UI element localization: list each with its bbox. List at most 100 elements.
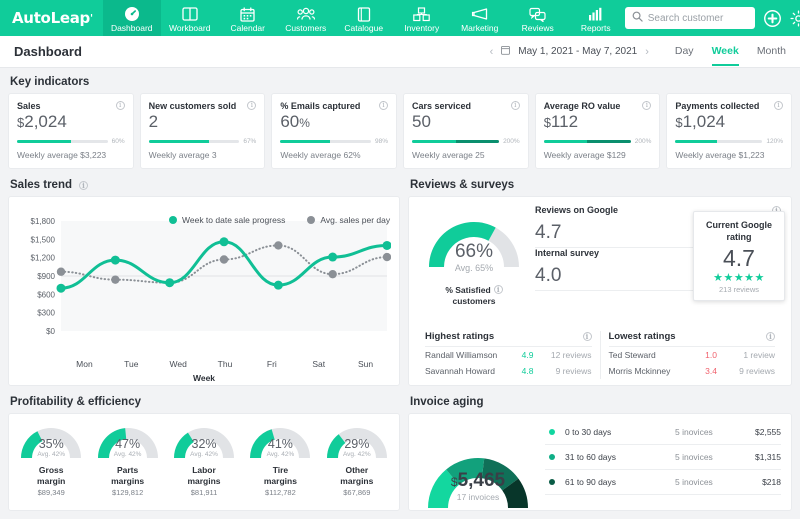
nav-item-calendar[interactable]: Calendar — [219, 0, 277, 36]
nav-item-reports[interactable]: Reports — [567, 0, 625, 36]
currency-symbol: $ — [450, 475, 458, 489]
add-icon[interactable] — [763, 9, 781, 27]
brand-logo[interactable]: AutoLeap ' — [0, 0, 103, 36]
section-label: Invoice aging — [410, 396, 484, 408]
x-tick-label: Sun — [358, 359, 374, 369]
aging-amount: $218 — [762, 477, 781, 487]
profitability-gauge: 41% Avg. 42% Tire margins $112,782 — [242, 420, 318, 510]
aging-bucket-label: 0 to 30 days — [565, 427, 612, 437]
range-option-month[interactable]: Month — [757, 45, 786, 66]
legend-dot — [549, 429, 555, 435]
key-indicator-cards: Sales i $2,024 60% Weekly average $3,223 New … — [8, 93, 793, 169]
nav-item-dashboard[interactable]: Dashboard — [102, 0, 161, 36]
legend-dot — [307, 216, 316, 224]
rating-person-name: Savannah Howard — [425, 366, 495, 376]
profitability-gauge: 47% Avg. 42% Parts margins $129,812 — [89, 420, 165, 510]
kpi-progress-bar — [675, 140, 763, 143]
prev-period-button[interactable]: ‹ — [490, 46, 494, 58]
kpi-value: $2,024 — [17, 112, 67, 131]
nav-item-label: Customers — [285, 22, 327, 33]
range-option-week[interactable]: Week — [711, 45, 739, 66]
x-tick-label: Wed — [169, 359, 187, 369]
legend-dot — [549, 479, 555, 485]
svg-text:$900: $900 — [37, 272, 55, 281]
nav-item-workboard[interactable]: Workboard — [161, 0, 219, 36]
invoice-aging-row: 31 to 60 days 5 inovices $1,315 — [545, 445, 781, 470]
kpi-card: % Emails captured i 60% 98% Weekly average 6… — [271, 93, 398, 169]
gauge-label: Labor margins — [187, 465, 221, 486]
kpi-card: Payments collected i $1,024 120% Weekly aver… — [666, 93, 793, 169]
nav-item-catalogue[interactable]: Catalogue — [335, 0, 393, 36]
rating-row: Morris Mckinney 3.4 9 reviews — [609, 363, 776, 379]
aging-invoice-count: 5 inovices — [675, 452, 713, 462]
brand-mark: ' — [89, 12, 93, 24]
kpi-progress-bar — [412, 140, 500, 143]
info-icon[interactable]: i — [247, 101, 257, 110]
info-icon[interactable]: i — [510, 101, 520, 110]
kpi-value: 2 — [148, 112, 159, 131]
gauge-label: Tire margins — [263, 465, 297, 486]
aging-bucket-label: 61 to 90 days — [565, 477, 617, 487]
date-range-label[interactable]: May 1, 2021 - May 7, 2021 — [518, 46, 637, 57]
x-tick-label: Tue — [124, 359, 139, 369]
nav-item-label: Reports — [580, 22, 611, 33]
info-icon[interactable]: i — [766, 332, 775, 341]
tooltip-score: 4.7 — [723, 245, 755, 271]
search-input[interactable] — [647, 12, 748, 24]
invoice-donut-center: $5,465 17 invoices — [423, 470, 533, 502]
calendar-icon — [240, 6, 255, 23]
info-icon[interactable]: i — [493, 285, 503, 294]
info-icon[interactable]: i — [79, 180, 88, 190]
kpi-percent: 120% — [766, 138, 784, 145]
nav-item-inventory[interactable]: Inventory — [393, 0, 451, 36]
invoice-aging-donut: $5,465 17 invoices — [423, 420, 533, 510]
megaphone-icon — [471, 6, 488, 23]
header-actions: 99 99+ ? JS John Admin — [624, 0, 800, 36]
nav-item-reviews[interactable]: Reviews — [509, 0, 567, 36]
kpi-value: 50 — [412, 112, 431, 131]
nav-item-marketing[interactable]: Marketing — [451, 0, 509, 36]
kpi-card: Sales i $2,024 60% Weekly average $3,223 — [8, 93, 134, 169]
profitability-gauge: 29% Avg. 42% Other margins $67,869 — [319, 420, 395, 510]
review-source-name: Internal survey — [535, 248, 600, 258]
kpi-card: New customers sold i 2 67% Weekly average 3 — [139, 93, 266, 169]
gauge-label: Other margins — [340, 465, 374, 486]
satisfaction-label: % Satisfied i customers — [445, 285, 503, 307]
kpi-value: $1,024 — [675, 112, 726, 131]
kpi-card: Average RO value i $112 200% Weekly average … — [534, 93, 661, 169]
kpi-title: Cars serviced — [412, 101, 472, 111]
gauge-amount: $81,911 — [190, 488, 218, 497]
invoice-total: $5,465 — [423, 470, 533, 492]
info-icon[interactable]: i — [582, 332, 592, 341]
info-icon[interactable]: i — [774, 101, 784, 110]
kpi-average: Weekly average $129 — [543, 150, 626, 160]
satisfaction-values: 66% Avg. 65% — [455, 241, 493, 273]
columns-icon — [182, 6, 198, 23]
next-period-button[interactable]: › — [645, 46, 649, 58]
kpi-value: $112 — [543, 112, 579, 131]
range-option-day[interactable]: Day — [675, 45, 694, 66]
section-label: Key indicators — [10, 76, 90, 88]
svg-text:$1,200: $1,200 — [31, 254, 56, 263]
table-title: Lowest ratings — [608, 331, 676, 342]
date-range-nav: ‹ May 1, 2021 - May 7, 2021 › — [490, 45, 649, 58]
nav-item-customers[interactable]: Customers — [277, 0, 335, 36]
x-tick-label: Thu — [217, 359, 233, 369]
svg-text:$300: $300 — [37, 309, 55, 318]
section-label: Sales trend — [10, 179, 72, 191]
gear-icon[interactable] — [790, 9, 800, 27]
section-title-invoice-aging: Invoice aging — [410, 396, 792, 408]
invoice-aging-row: 61 to 90 days 5 inovices $218 — [545, 470, 781, 495]
search-box[interactable] — [624, 7, 755, 29]
info-icon[interactable]: i — [642, 101, 652, 110]
gauge-average: Avg. 42% — [266, 451, 295, 458]
legend-item-week-to-date: Week to date sale progress — [169, 215, 285, 225]
info-icon[interactable]: i — [379, 101, 389, 110]
profitability-gauge: 32% Avg. 42% Labor margins $81,911 — [166, 420, 242, 510]
sales-trend-chart-card: Week to date sale progress Avg. sales pe… — [8, 196, 400, 386]
info-icon[interactable]: i — [115, 101, 125, 110]
kpi-value: 60% — [280, 112, 310, 131]
gauge-label: Gross margin — [37, 465, 66, 486]
lowest-ratings-table: Lowest ratings i Ted Steward 1.0 1 review M… — [599, 331, 784, 379]
section-label: Reviews & surveys — [410, 179, 515, 191]
